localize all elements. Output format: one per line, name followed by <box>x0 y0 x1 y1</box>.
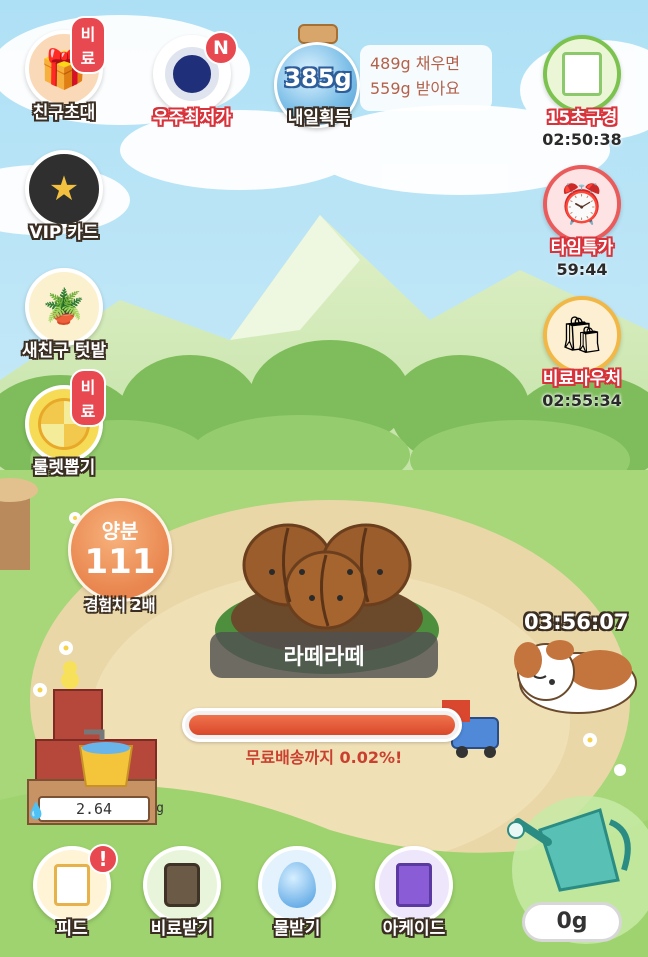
nutrient-value: 111 <box>84 542 156 582</box>
space-lowest-price-label: 우주최저가 <box>152 108 232 128</box>
invite-friends-button[interactable]: 🎁 친구초대 비료 <box>22 16 106 123</box>
delivery-progress-fill <box>189 715 455 735</box>
water-tank-unit: g <box>156 801 164 816</box>
nutrient-exp-bonus: 경험치 2배 <box>84 596 156 614</box>
sleeping-dog[interactable] <box>512 640 638 716</box>
water-drop-icon-nav <box>278 862 316 908</box>
nav-feed[interactable]: 피드 ! <box>30 844 118 939</box>
coffee-plant[interactable] <box>230 520 424 660</box>
tomorrow-label: 내일획득 <box>287 108 351 128</box>
nav-arcade[interactable]: 아케이드 <box>372 846 456 939</box>
potted-sprout-icon: 🪴 <box>42 287 86 327</box>
vip-card-button[interactable]: ★ VIP 카드 <box>22 150 106 243</box>
seed-packs-icon <box>562 52 602 96</box>
tomorrow-info-line2: 559g 받아요 <box>370 79 460 98</box>
new-friend-garden-label: 새친구 텃밭 <box>22 341 107 361</box>
water-faucet-station[interactable] <box>28 660 158 800</box>
delivery-progress-text: 무료배송까지 0.02%! <box>245 748 403 767</box>
tomorrow-label-wrap: 내일획득 <box>264 103 374 128</box>
nav-arcade-label: 아케이드 <box>382 919 446 939</box>
seed-15sec-label: 15초구경 <box>546 108 618 128</box>
nav-get-fertilizer-label: 비료받기 <box>150 919 214 939</box>
arcade-machine-icon <box>396 863 432 907</box>
alarm-clock-icon: ⏰ <box>558 181 606 226</box>
water-drop-icon: 💧 <box>26 801 46 820</box>
fertilizer-badge-roulette: 비료 <box>70 369 106 427</box>
roulette-button[interactable]: 룰렛뽑기 비료 <box>22 369 106 478</box>
new-friend-garden-button[interactable]: 🪴 새친구 텃밭 <box>22 268 106 361</box>
space-lowest-price-button[interactable]: 우주최저가 N <box>150 31 238 128</box>
seed-15sec-timer: 02:50:38 <box>542 130 622 149</box>
roulette-label: 룰렛뽑기 <box>32 458 96 478</box>
feed-icon <box>54 864 90 906</box>
water-tank-meter: 💧 2.64 g <box>26 796 164 822</box>
vip-card-label: VIP 카드 <box>29 223 99 243</box>
star-hexagon-icon: ★ <box>48 169 80 209</box>
fertilizer-voucher-label: 비료바우처 <box>542 369 622 389</box>
bottle-cap <box>298 24 338 44</box>
watering-can-amount: 0g <box>522 902 622 942</box>
delivery-progress-bar <box>182 708 462 742</box>
invite-friends-label: 친구초대 <box>32 103 96 123</box>
time-sale-label: 타임특가 <box>550 238 614 258</box>
water-tank-value: 2.64 <box>75 800 113 818</box>
delivery-truck-icon[interactable] <box>440 700 500 758</box>
tomorrow-info-line1: 489g 채우면 <box>370 54 460 73</box>
feed-alert-badge: ! <box>88 844 118 874</box>
seed-15sec-button[interactable]: 15초구경 02:50:38 <box>536 35 628 149</box>
fertilizer-voucher-button[interactable]: 🛍 비료바우처 02:55:34 <box>536 296 628 410</box>
nav-get-fertilizer[interactable]: 비료받기 <box>140 846 224 939</box>
new-badge: N <box>204 31 238 65</box>
nav-get-water[interactable]: 물받기 <box>255 846 339 939</box>
fertilizer-bag-icon <box>164 863 200 907</box>
fertilizer-voucher-timer: 02:55:34 <box>542 391 622 410</box>
watering-can-icon <box>512 800 648 900</box>
tomorrow-amount: 385g <box>284 64 352 92</box>
time-sale-timer: 59:44 <box>556 260 608 279</box>
nav-feed-label: 피드 <box>56 919 88 939</box>
dog-timer: 03:56:07 <box>524 610 629 634</box>
nutrient-title: 양분 <box>101 519 139 543</box>
shopping-bag-icon: 🛍 <box>559 315 605 356</box>
time-sale-button[interactable]: ⏰ 타임특가 59:44 <box>536 165 628 279</box>
fertilizer-badge: 비료 <box>70 16 106 74</box>
nav-get-water-label: 물받기 <box>273 919 321 939</box>
nutrient-bubble[interactable]: 양분 111 <box>68 498 172 602</box>
tomorrow-info: 489g 채우면 559g 받아요 <box>360 45 492 111</box>
